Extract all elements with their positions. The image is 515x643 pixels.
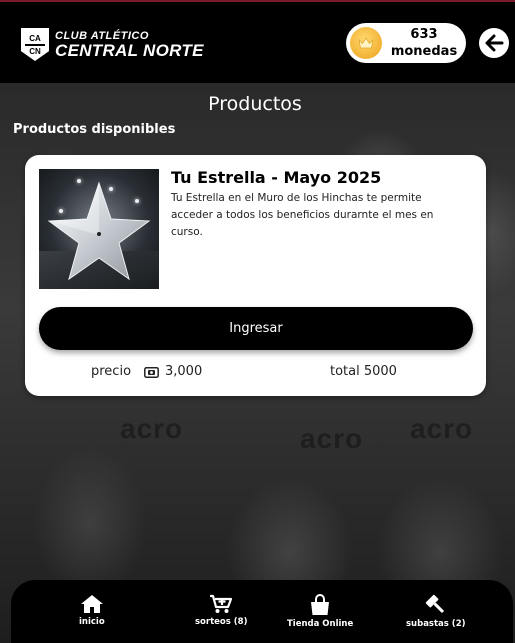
crest-top-text: CA [29, 33, 41, 43]
page-title: Productos [208, 93, 302, 115]
club-logo[interactable]: CA CN CLUB ATLÉTICO CENTRAL NORTE [21, 28, 204, 61]
shopping-bag-icon [311, 594, 330, 615]
crest-bottom-text: CN [29, 46, 41, 56]
nav-label: sorteos (8) [195, 617, 248, 627]
product-card: Tu Estrella - Mayo 2025 Tu Estrella en e… [25, 155, 486, 396]
product-description: Tu Estrella en el Muro de los Hinchas te… [171, 192, 434, 238]
coins-balance[interactable]: 633 monedas [346, 23, 466, 63]
nav-item-inicio[interactable]: inicio [79, 594, 105, 627]
background-jersey-text: acro [300, 423, 364, 454]
bottom-nav: inicio sorteos (8) Tienda Online subasta… [11, 580, 513, 643]
total-label: total 5000 [330, 364, 397, 379]
nav-label: inicio [79, 617, 105, 627]
ticket-icon [144, 367, 159, 378]
product-title: Tu Estrella - Mayo 2025 [171, 168, 382, 187]
home-icon [80, 595, 103, 613]
silver-star-image [39, 169, 159, 289]
gavel-icon [425, 594, 444, 613]
club-name-line1: CLUB ATLÉTICO [55, 29, 149, 42]
ingresar-button[interactable]: Ingresar [39, 307, 473, 350]
nav-label: Tienda Online [287, 619, 354, 629]
background-jersey-text: acro [120, 413, 184, 444]
app-header: CA CN CLUB ATLÉTICO CENTRAL NORTE 633 mo… [0, 0, 515, 83]
price-value: 3,000 [165, 364, 203, 379]
nav-item-subastas[interactable]: subastas (2) [406, 594, 466, 629]
club-crest-icon: CA CN [21, 28, 49, 61]
cart-plus-icon [210, 594, 233, 613]
nav-label: subastas (2) [406, 619, 466, 629]
background-jersey-text: acro [410, 413, 474, 444]
back-button[interactable] [479, 28, 509, 58]
arrow-left-icon [485, 34, 504, 52]
price-label: precio [91, 364, 132, 379]
coins-amount: 633 [410, 27, 438, 42]
nav-item-sorteos[interactable]: sorteos (8) [195, 594, 247, 627]
club-name-line2: CENTRAL NORTE [55, 40, 204, 60]
club-name: CLUB ATLÉTICO CENTRAL NORTE [55, 29, 204, 60]
section-title: Productos disponibles [13, 122, 176, 137]
nav-item-tienda-online[interactable]: Tienda Online [287, 594, 353, 629]
crown-coin-icon [350, 27, 382, 59]
coins-label: monedas [390, 44, 458, 59]
